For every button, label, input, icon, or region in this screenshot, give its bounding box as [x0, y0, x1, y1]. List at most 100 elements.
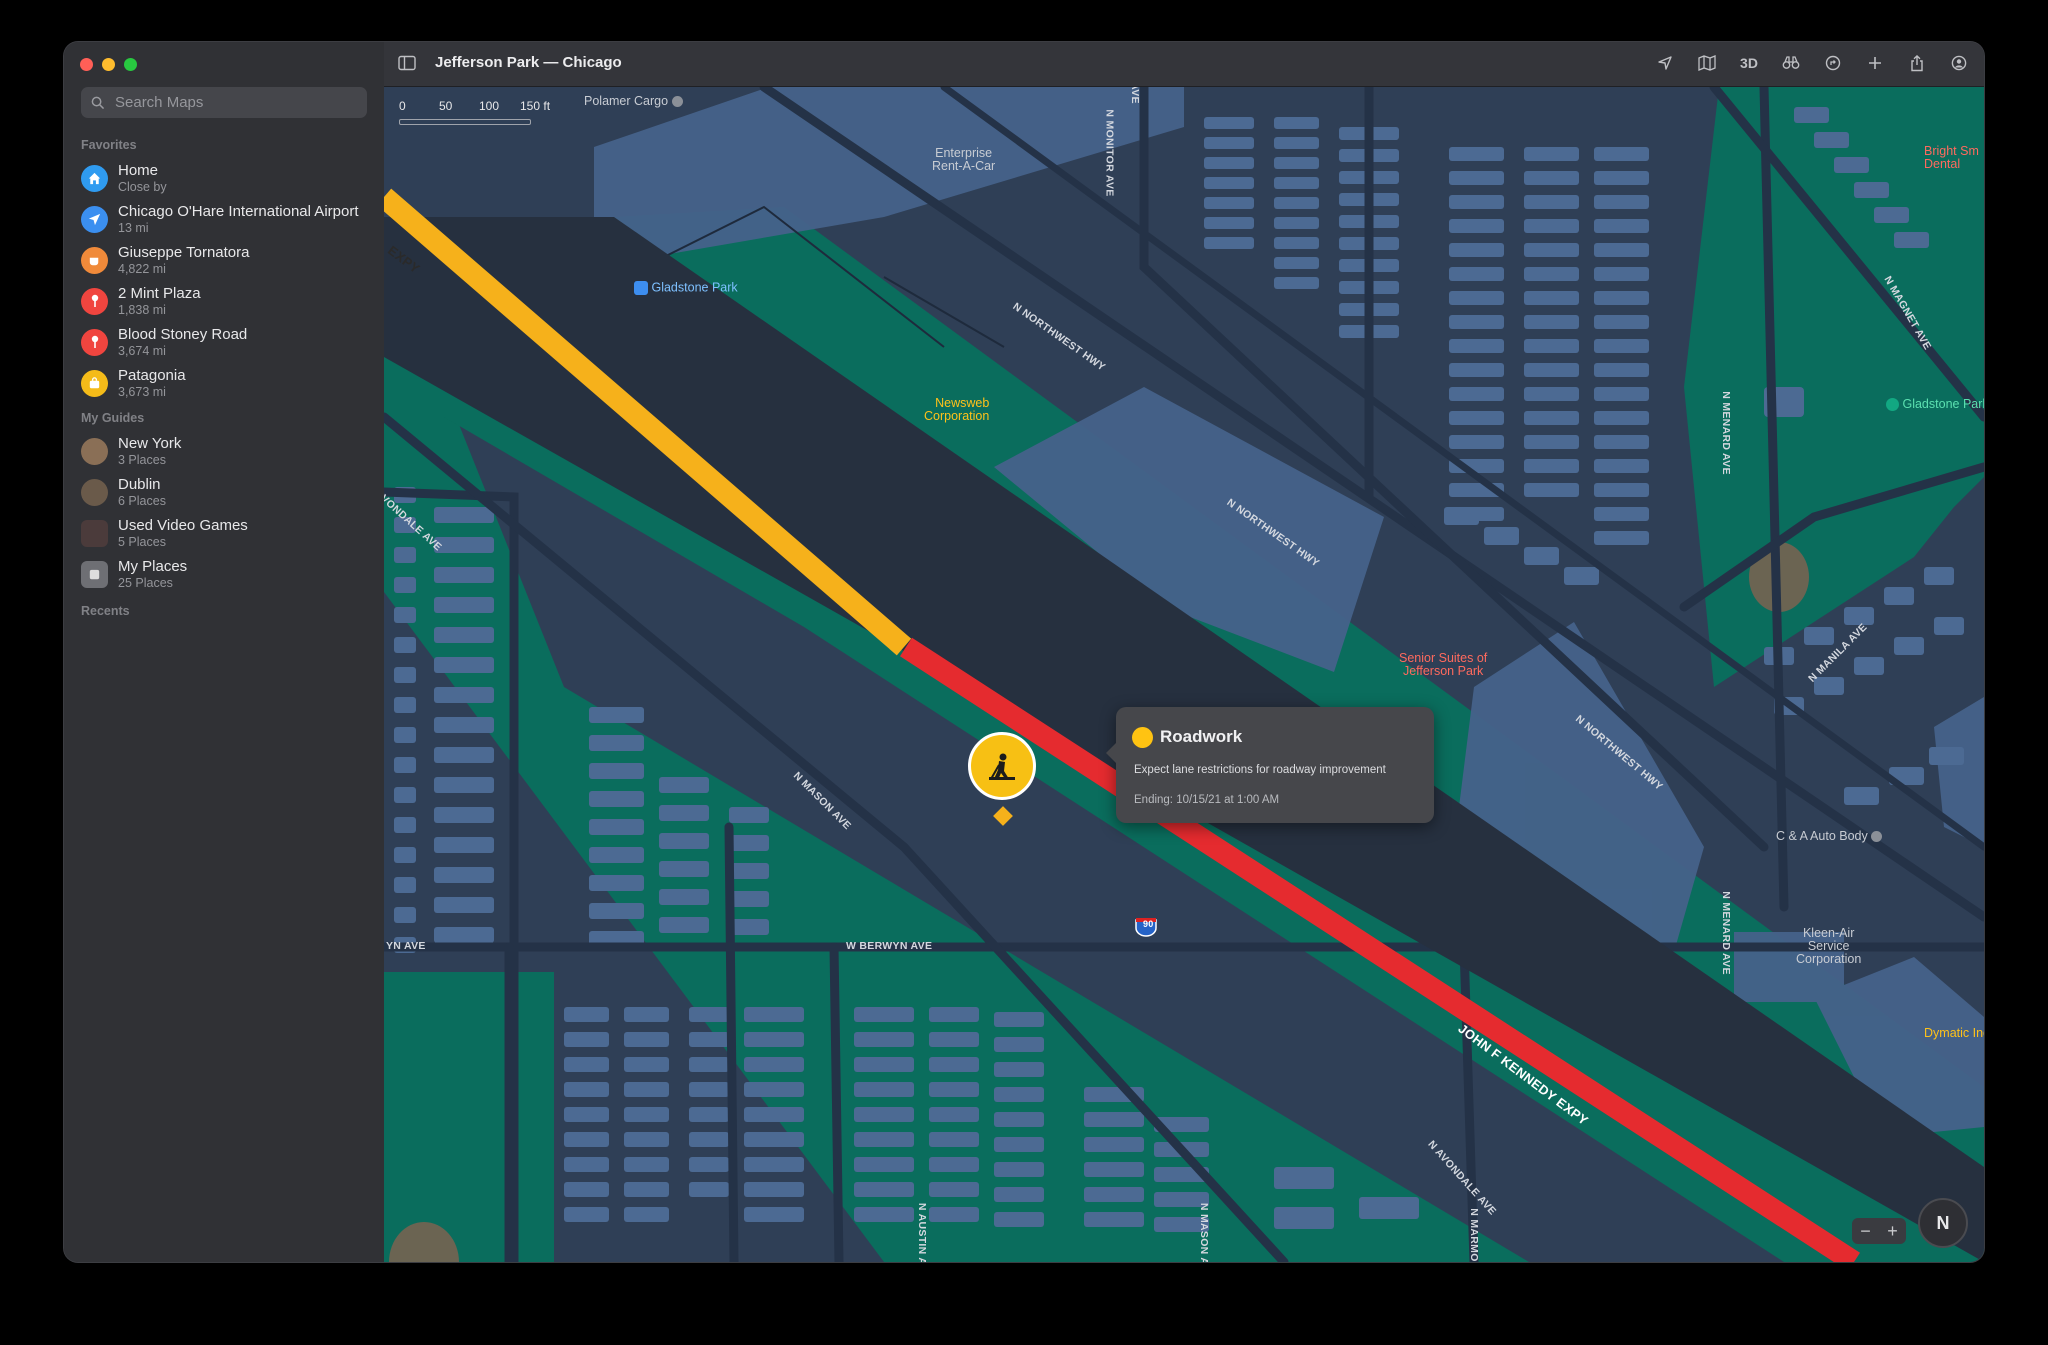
- interstate-shield-number: 90: [1143, 919, 1154, 929]
- poi-label: Gladstone Park: [1902, 397, 1984, 411]
- favorite-item-mint-plaza[interactable]: 2 Mint Plaza 1,838 mi: [81, 281, 376, 321]
- scale-label: 50: [439, 99, 453, 113]
- guide-name: Dublin: [118, 475, 161, 493]
- poi-ca-auto-body[interactable]: C & A Auto Body: [1776, 830, 1883, 843]
- roadwork-icon: [1132, 727, 1153, 748]
- share-icon[interactable]: [1906, 52, 1928, 74]
- guide-count: 5 Places: [118, 534, 166, 549]
- guide-name: My Places: [118, 557, 188, 575]
- poi-label: Dymatic Inc: [1924, 1026, 1984, 1040]
- map-mode-icon[interactable]: [1696, 52, 1718, 74]
- house-icon: [81, 164, 108, 192]
- stack-icon: [81, 560, 108, 588]
- location-arrow-icon[interactable]: [1654, 52, 1676, 74]
- favorite-name: 2 Mint Plaza: [118, 284, 201, 302]
- window-title: Jefferson Park — Chicago: [435, 54, 622, 71]
- minimize-button[interactable]: [102, 58, 115, 71]
- guide-item-new-york[interactable]: New York 3 Places: [81, 431, 376, 471]
- guide-name: Used Video Games: [118, 516, 248, 534]
- street-label: N MENARD AVE: [1719, 391, 1732, 475]
- street-label: W BERWYN AVE: [846, 940, 933, 952]
- search-icon: [91, 96, 104, 109]
- street-label: N MONITOR AVE: [1103, 109, 1116, 197]
- street-label: N MASON AVE: [1198, 1202, 1211, 1262]
- pin-icon: [81, 328, 108, 356]
- maps-window: Favorites HomeClose by Chicago O'Hare In…: [64, 42, 1984, 1262]
- callout-ending: Ending: 10/15/21 at 1:00 AM: [1134, 794, 1280, 806]
- favorite-item-airport[interactable]: Chicago O'Hare International Airport 13 m…: [81, 199, 376, 239]
- add-icon[interactable]: [1864, 52, 1886, 74]
- guide-item-used-video-games[interactable]: Used Video Games 5 Places: [81, 513, 376, 553]
- favorite-name: Patagonia: [118, 366, 186, 384]
- favorite-item-home[interactable]: Home Close by: [81, 158, 376, 198]
- cup-icon: [81, 246, 108, 274]
- poi-label: Bright Sm Dental: [1924, 144, 1979, 171]
- guide-item-dublin[interactable]: Dublin 6 Places: [81, 472, 376, 512]
- favorites-heading: Favorites: [81, 138, 137, 152]
- favorite-name: Blood Stoney Road: [118, 325, 248, 343]
- guide-name: New York: [118, 434, 182, 452]
- zoom-out-button[interactable]: −: [1860, 1221, 1871, 1242]
- poi-senior-suites[interactable]: Senior Suites of Jefferson Park: [1399, 652, 1487, 678]
- favorite-distance: 13 mi: [118, 220, 149, 235]
- recents-heading: Recents: [81, 604, 130, 618]
- callout-title: Roadwork: [1160, 727, 1243, 746]
- guide-item-my-places[interactable]: My Places 25 Places: [81, 554, 376, 594]
- favorite-distance: Close by: [118, 179, 167, 194]
- zoom-control: − +: [1852, 1218, 1906, 1244]
- guide-thumbnail: [81, 478, 108, 506]
- sidebar: Favorites HomeClose by Chicago O'Hare In…: [64, 42, 385, 1262]
- poi-gladstone-park-transit[interactable]: Gladstone Park: [634, 281, 738, 295]
- compass-label: N: [1936, 1212, 1950, 1233]
- favorite-distance: 3,673 mi: [118, 384, 166, 399]
- callout-description: Expect lane restrictions for roadway imp…: [1134, 764, 1386, 776]
- poi-label: Senior Suites of Jefferson Park: [1399, 651, 1488, 678]
- poi-gladstone-park[interactable]: Gladstone Park: [1886, 397, 1984, 412]
- compass-button[interactable]: N: [1918, 1198, 1968, 1248]
- favorite-item-blood-stoney[interactable]: Blood Stoney Road 3,674 mi: [81, 322, 376, 362]
- airplane-icon: [81, 205, 108, 233]
- poi-dymatic[interactable]: Dymatic Inc: [1924, 1027, 1984, 1040]
- poi-enterprise[interactable]: Enterprise Rent-A-Car: [932, 147, 995, 173]
- poi-kleen-air[interactable]: Kleen-Air Service Corporation: [1796, 927, 1861, 966]
- street-label: YN AVE: [386, 940, 426, 952]
- favorite-distance: 4,822 mi: [118, 261, 166, 276]
- search-input[interactable]: [113, 93, 357, 112]
- zoom-button[interactable]: [124, 58, 137, 71]
- favorite-name: Chicago O'Hare International Airport: [118, 202, 359, 220]
- close-button[interactable]: [80, 58, 93, 71]
- favorite-item-giuseppe[interactable]: Giuseppe Tornatora 4,822 mi: [81, 240, 376, 280]
- map-base-layer: [384, 87, 1984, 1262]
- window-controls: [80, 58, 137, 71]
- roadwork-pin[interactable]: [968, 732, 1036, 800]
- favorite-distance: 3,674 mi: [118, 343, 166, 358]
- roadwork-callout[interactable]: Roadwork Expect lane restrictions for ro…: [1106, 707, 1434, 823]
- 3d-toggle-button[interactable]: 3D: [1738, 52, 1760, 74]
- search-field[interactable]: [81, 87, 367, 118]
- guides-heading: My Guides: [81, 411, 145, 425]
- guide-count: 3 Places: [118, 452, 166, 467]
- favorite-item-patagonia[interactable]: Patagonia 3,673 mi: [81, 363, 376, 403]
- street-label: AVE: [1128, 87, 1141, 104]
- map-canvas[interactable]: 0 50 100 150 ft Polamer Cargo Enterprise…: [384, 87, 1984, 1262]
- bag-icon: [81, 369, 108, 397]
- street-label: N AUSTIN AVE: [916, 1202, 929, 1262]
- scale-label: 100: [479, 99, 500, 113]
- scale-label: 0: [399, 99, 406, 113]
- poi-label: Gladstone Park: [651, 280, 738, 295]
- toolbar: Jefferson Park — Chicago 3D: [384, 42, 1984, 87]
- poi-label: Kleen-Air Service Corporation: [1796, 926, 1862, 966]
- scale-bar-line: [399, 119, 531, 125]
- poi-bright-smile[interactable]: Bright Sm Dental: [1924, 145, 1979, 171]
- favorite-name: Giuseppe Tornatora: [118, 243, 250, 261]
- poi-label: Newsweb Corporation: [924, 396, 990, 423]
- sidebar-toggle-icon[interactable]: [398, 55, 416, 71]
- poi-newsweb[interactable]: Newsweb Corporation: [924, 397, 989, 423]
- look-around-binoculars-icon[interactable]: [1780, 52, 1802, 74]
- poi-polamer-cargo[interactable]: Polamer Cargo: [584, 95, 683, 108]
- street-label: N MENARD AVE: [1719, 891, 1732, 975]
- guide-thumbnail: [81, 519, 108, 547]
- directions-icon[interactable]: [1822, 52, 1844, 74]
- account-icon[interactable]: [1948, 52, 1970, 74]
- zoom-in-button[interactable]: +: [1887, 1221, 1898, 1242]
